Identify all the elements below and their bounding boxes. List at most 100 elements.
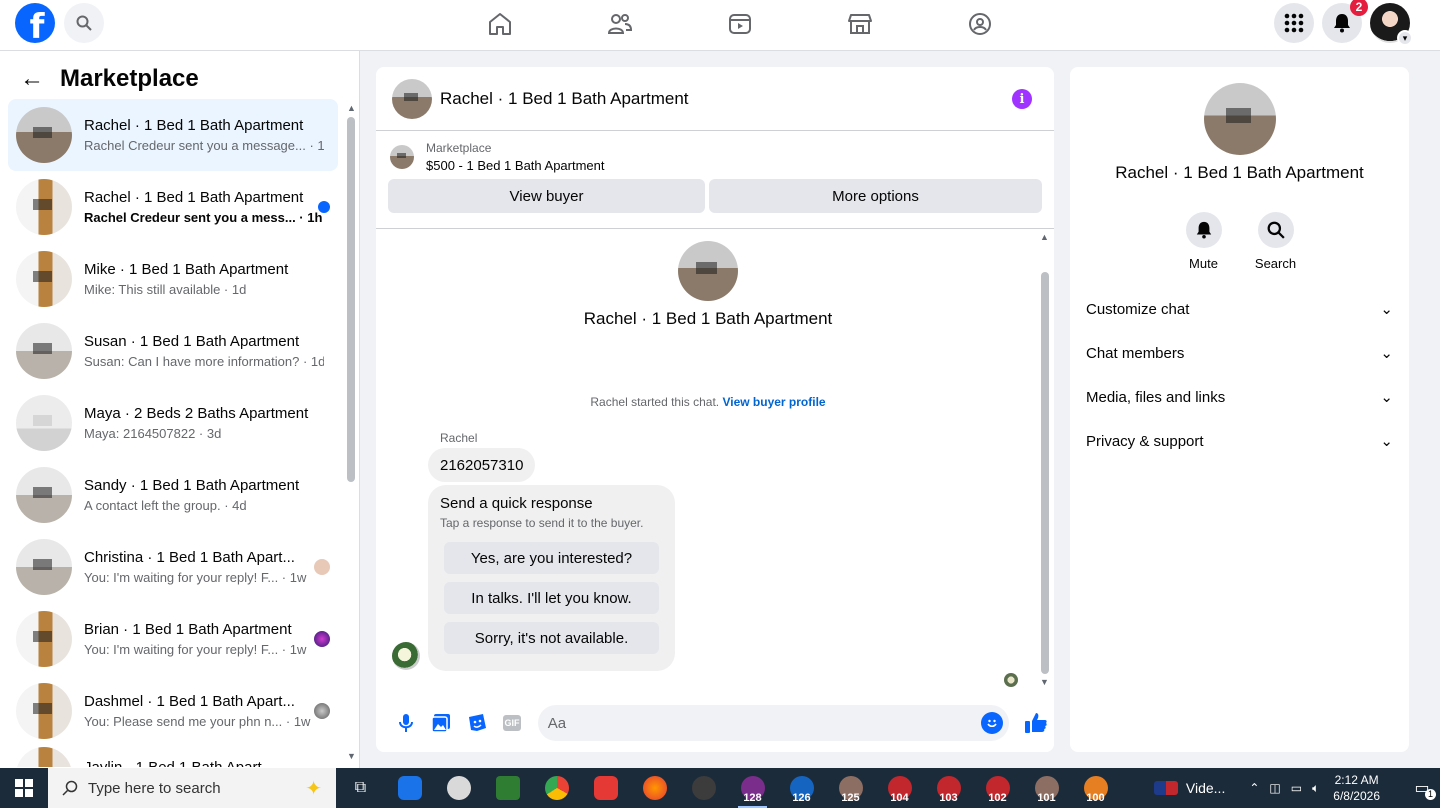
chevron-down-icon: ⌄	[1380, 301, 1393, 318]
facebook-logo[interactable]: f	[15, 3, 55, 43]
clock[interactable]: 2:12 AM 6/8/2026	[1333, 772, 1380, 804]
home-icon	[489, 13, 511, 35]
search-button[interactable]	[64, 3, 104, 43]
scroll-down-arrow[interactable]: ▼	[1040, 677, 1049, 687]
nav-marketplace[interactable]	[800, 0, 920, 48]
taskbar-app[interactable]: 101	[1022, 768, 1071, 808]
chat-avatar[interactable]	[392, 78, 432, 119]
taskbar-app[interactable]: 104	[875, 768, 924, 808]
conversation-item[interactable]: Rachel · 1 Bed 1 Bath Apartment Rachel C…	[8, 171, 338, 243]
chevron-down-icon: ⌄	[1380, 345, 1393, 362]
taskbar-app[interactable]: 126	[777, 768, 826, 808]
taskbar-app[interactable]	[385, 768, 434, 808]
emoji-icon[interactable]	[980, 712, 1003, 734]
message-input[interactable]: Aa	[537, 705, 1009, 741]
sender-avatar[interactable]	[392, 642, 420, 670]
quick-response-option[interactable]: In talks. I'll let you know.	[444, 582, 659, 614]
conversation-item[interactable]: Susan · 1 Bed 1 Bath Apartment Susan: Ca…	[8, 315, 338, 387]
nav-home[interactable]	[440, 0, 560, 48]
sidebar-scrollbar[interactable]	[347, 117, 355, 482]
taskbar-video-app[interactable]: Vide...	[1153, 780, 1225, 796]
chat-title[interactable]: Rachel · 1 Bed 1 Bath Apartment	[440, 89, 689, 109]
account-avatar[interactable]: ▾	[1370, 3, 1413, 46]
nav-friends[interactable]	[560, 0, 680, 48]
taskbar-app[interactable]	[434, 768, 483, 808]
attach-photo-button[interactable]	[423, 705, 458, 741]
participant-avatar	[314, 703, 330, 719]
taskbar-app[interactable]: 103	[924, 768, 973, 808]
section-privacy-support[interactable]: Privacy & support ⌄	[1070, 419, 1409, 463]
menu-button[interactable]	[1274, 3, 1314, 43]
quick-response-option[interactable]: Sorry, it's not available.	[444, 622, 659, 654]
view-buyer-profile-link[interactable]: View buyer profile	[722, 395, 825, 409]
top-right-actions: 2 ▾	[1274, 0, 1413, 46]
chevron-up-icon[interactable]: ⌃	[1249, 781, 1259, 795]
section-media-files-links[interactable]: Media, files and links ⌄	[1070, 375, 1409, 419]
listing-thumbnail	[16, 683, 72, 739]
volume-icon[interactable]: 🔈︎	[1312, 781, 1319, 796]
nav-groups[interactable]	[920, 0, 1040, 48]
network-icon[interactable]: ▭	[1291, 781, 1302, 795]
thumbs-up-icon	[1025, 713, 1047, 733]
app-badge-number: 100	[1086, 792, 1105, 804]
taskbar-app[interactable]	[532, 768, 581, 808]
scroll-up-arrow[interactable]: ▲	[1040, 232, 1049, 242]
conversation-item[interactable]: Dashmel · 1 Bed 1 Bath Apart... You: Ple…	[8, 675, 338, 747]
taskbar-app[interactable]: 102	[973, 768, 1022, 808]
section-chat-members[interactable]: Chat members ⌄	[1070, 331, 1409, 375]
send-like-button[interactable]	[1019, 705, 1054, 741]
taskbar-app[interactable]	[679, 768, 728, 808]
listing-title[interactable]: $500 - 1 Bed 1 Bath Apartment	[426, 158, 605, 173]
gif-icon: GIF	[503, 715, 522, 731]
quick-response-card: Send a quick response Tap a response to …	[428, 485, 675, 671]
conversation-item[interactable]: Rachel · 1 Bed 1 Bath Apartment Rachel C…	[8, 99, 338, 171]
details-avatar[interactable]	[1204, 83, 1276, 155]
notification-center-button[interactable]: ▭ 1	[1404, 778, 1440, 800]
taskbar-app[interactable]	[483, 768, 532, 808]
taskbar-app[interactable]	[630, 768, 679, 808]
mute-button[interactable]	[1185, 212, 1222, 248]
view-buyer-button[interactable]: View buyer	[388, 179, 705, 213]
conversation-item[interactable]: Jaylin · 1 Bed 1 Bath Apart...	[8, 747, 338, 767]
message-bubble[interactable]: 2162057310	[428, 448, 536, 482]
conversation-item[interactable]: Brian · 1 Bed 1 Bath Apartment You: I'm …	[8, 603, 338, 675]
start-button[interactable]	[0, 768, 48, 808]
conversation-item[interactable]: Mike · 1 Bed 1 Bath Apartment Mike: This…	[8, 243, 338, 315]
back-arrow-icon[interactable]: ←	[20, 65, 44, 93]
unread-dot	[318, 201, 330, 213]
gif-button[interactable]: GIF	[494, 705, 529, 741]
mlb-icon	[1153, 781, 1178, 795]
taskbar-app[interactable]: 100	[1071, 768, 1120, 808]
taskbar-app[interactable]	[581, 768, 630, 808]
grid-menu-icon	[1284, 13, 1304, 33]
info-icon[interactable]: i	[1012, 89, 1032, 109]
conversation-item[interactable]: Christina · 1 Bed 1 Bath Apart... You: I…	[8, 531, 338, 603]
chat-panel: Rachel · 1 Bed 1 Bath Apartment i Market…	[376, 67, 1054, 752]
meet-icon[interactable]: ◫	[1269, 781, 1280, 795]
scroll-up-arrow[interactable]: ▲	[347, 103, 356, 113]
notifications-button[interactable]: 2	[1322, 0, 1368, 43]
mute-action[interactable]: Mute	[1185, 212, 1222, 271]
listing-thumbnail	[16, 747, 72, 767]
section-customize-chat[interactable]: Customize chat ⌄	[1070, 287, 1409, 331]
conversation-item[interactable]: Sandy · 1 Bed 1 Bath Apartment A contact…	[8, 459, 338, 531]
video-icon	[729, 14, 751, 34]
taskbar-app[interactable]: 125	[826, 768, 875, 808]
sender-name: Rachel	[440, 431, 478, 445]
windows-taskbar: Type here to search ✦ ⧉ 128 126 125 104 …	[0, 768, 1440, 808]
quick-response-option[interactable]: Yes, are you interested?	[444, 542, 659, 574]
conversation-item[interactable]: Maya · 2 Beds 2 Baths Apartment Maya: 21…	[8, 387, 338, 459]
chat-scrollbar[interactable]	[1041, 272, 1049, 674]
taskbar-search[interactable]: Type here to search ✦	[48, 768, 336, 808]
bell-icon	[1196, 221, 1211, 239]
search-icon	[76, 15, 92, 31]
sticker-button[interactable]	[459, 705, 494, 741]
more-options-button[interactable]: More options	[709, 179, 1042, 213]
voice-clip-button[interactable]	[388, 705, 423, 741]
search-in-chat-button[interactable]	[1257, 212, 1294, 248]
nav-video[interactable]	[680, 0, 800, 48]
task-view-button[interactable]: ⧉	[336, 768, 385, 808]
taskbar-app[interactable]: 128	[728, 768, 777, 808]
search-action[interactable]: Search	[1255, 212, 1296, 271]
scroll-down-arrow[interactable]: ▼	[347, 751, 356, 761]
